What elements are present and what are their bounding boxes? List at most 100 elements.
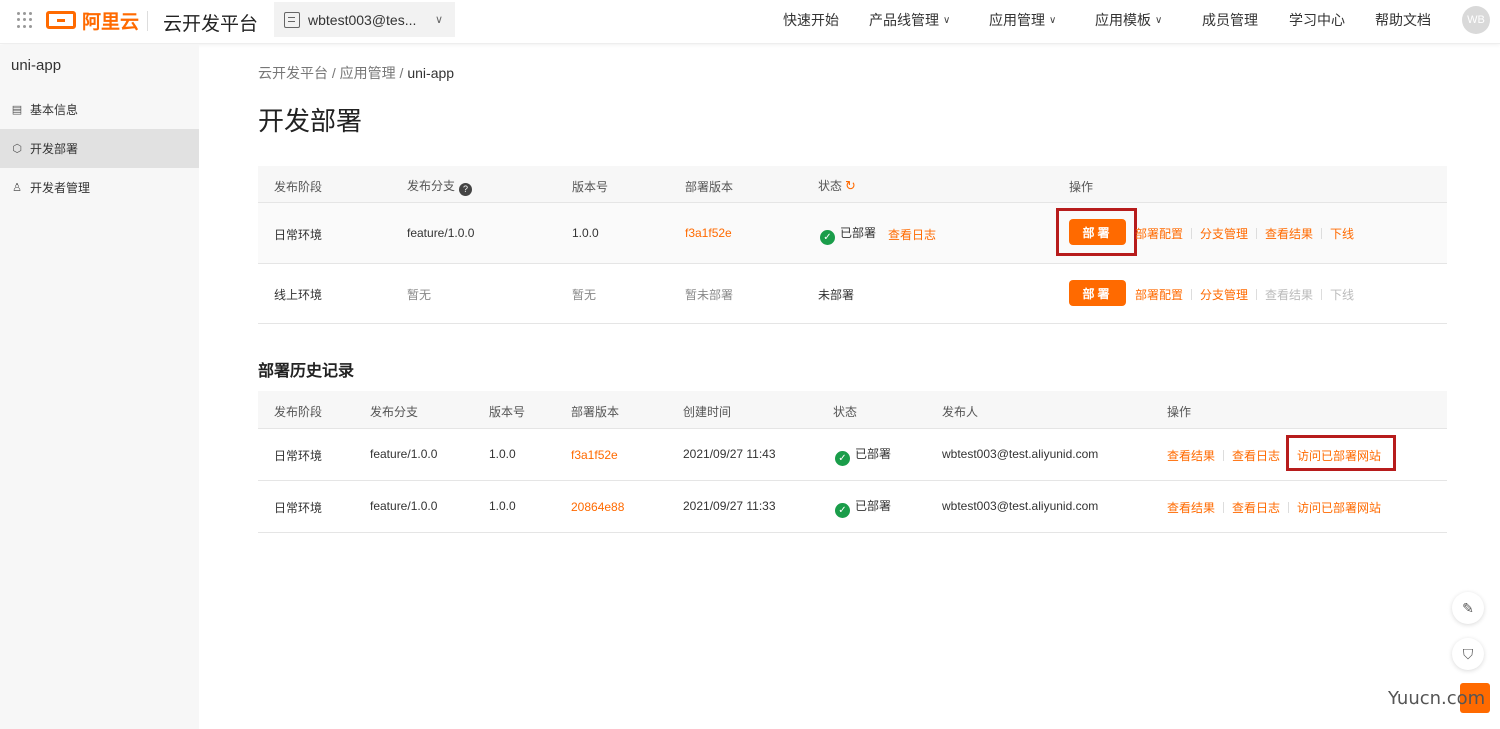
divider [1288, 502, 1290, 513]
row-publisher: wbtest003@test.aliyunid.com [942, 447, 1099, 461]
header-branch-label: 发布分支 [407, 179, 456, 193]
chevron-down-icon: ∨ [1155, 14, 1163, 26]
nav-label: 帮助文档 [1375, 12, 1431, 28]
help-icon[interactable]: ? [459, 183, 473, 196]
nav-member-management[interactable]: 成员管理 [1202, 0, 1258, 40]
row-stage: 线上环境 [274, 288, 323, 302]
watermark: Yuucn.com [1388, 688, 1486, 709]
view-log-link[interactable]: 查看日志 [1232, 447, 1280, 464]
check-circle-icon: ✓ [835, 451, 850, 466]
nav-help-docs[interactable]: 帮助文档 [1375, 0, 1431, 40]
nav-app-templates[interactable]: 应用模板 ∨ [1095, 0, 1162, 40]
row-branch: feature/1.0.0 [370, 447, 438, 461]
breadcrumb-app-management[interactable]: 应用管理 [340, 65, 396, 81]
nav-label: 成员管理 [1202, 12, 1258, 28]
status-text: 已部署 [855, 447, 892, 461]
highlight-box [1056, 208, 1137, 256]
row-status: ✓ 已部署 [835, 497, 891, 518]
row-branch: feature/1.0.0 [370, 499, 438, 513]
row-deploy-version-link[interactable]: f3a1f52e [571, 448, 618, 462]
logo-divider [147, 11, 148, 31]
row-status: ✓ 已部署 [835, 445, 891, 466]
row-branch: 暂无 [407, 288, 432, 302]
feedback-edit-button[interactable]: ✎ [1452, 592, 1484, 624]
row-stage: 日常环境 [274, 449, 323, 463]
sidebar-app-name: uni-app [11, 57, 62, 74]
row-version: 暂无 [572, 288, 597, 302]
breadcrumb-separator: / [328, 65, 340, 81]
cube-icon: ⬡ [12, 143, 22, 155]
nav-quick-start[interactable]: 快速开始 [783, 0, 839, 40]
check-circle-icon: ✓ [820, 230, 835, 245]
nav-app-management[interactable]: 应用管理 ∨ [989, 0, 1056, 40]
nav-label: 学习中心 [1289, 12, 1345, 28]
divider [1223, 502, 1225, 513]
branch-management-link[interactable]: 分支管理 [1200, 286, 1248, 303]
history-table: 发布阶段 发布分支 版本号 部署版本 创建时间 状态 发布人 操作 日常环境 f… [258, 391, 1447, 533]
offline-link[interactable]: 下线 [1330, 225, 1354, 242]
breadcrumb-root[interactable]: 云开发平台 [258, 65, 328, 81]
account-name: wbtest003@tes... [308, 11, 417, 28]
app-grid-icon[interactable] [17, 12, 33, 28]
header-status-label: 状态 [818, 179, 843, 193]
row-publisher: wbtest003@test.aliyunid.com [942, 499, 1099, 513]
header-version: 版本号 [572, 180, 609, 194]
view-result-link[interactable]: 查看结果 [1167, 447, 1215, 464]
view-result-link[interactable]: 查看结果 [1167, 499, 1215, 516]
chevron-down-icon: ∨ [1049, 14, 1057, 26]
top-bar: 阿里云 云开发平台 wbtest003@tes... ∨ 快速开始 产品线管理 ∨… [0, 0, 1500, 44]
sidebar-item-label: 基本信息 [30, 103, 79, 117]
row-version: 1.0.0 [489, 447, 516, 461]
row-actions: 部署配置 分支管理 查看结果 下线 [1135, 225, 1354, 242]
logo-text: 阿里云 [82, 11, 140, 33]
aliyun-logo-mark-icon [46, 11, 76, 29]
header-publisher: 发布人 [942, 405, 979, 419]
document-icon: ▤ [11, 104, 23, 116]
branch-management-link[interactable]: 分支管理 [1200, 225, 1248, 242]
visit-deployed-site-link[interactable]: 访问已部署网站 [1297, 499, 1381, 516]
sidebar-item-basic-info[interactable]: ▤ 基本信息 [0, 90, 199, 129]
view-result-link: 查看结果 [1265, 288, 1314, 302]
row-divider [258, 263, 1447, 264]
view-result-link[interactable]: 查看结果 [1265, 225, 1313, 242]
divider [1321, 289, 1323, 300]
view-log-link[interactable]: 查看日志 [1232, 499, 1280, 516]
row-divider [258, 532, 1447, 533]
breadcrumb-current: uni-app [407, 65, 455, 81]
user-icon: ♙ [12, 182, 22, 194]
header-branch: 发布分支 [370, 405, 419, 419]
header-deploy-version: 部署版本 [571, 405, 620, 419]
account-selector[interactable]: wbtest003@tes... ∨ [274, 2, 455, 37]
platform-title[interactable]: 云开发平台 [163, 9, 258, 36]
breadcrumb-separator: / [395, 65, 408, 81]
chevron-down-icon: ∨ [434, 14, 443, 26]
row-status: 未部署 [818, 288, 855, 302]
row-deploy-version-link[interactable]: f3a1f52e [685, 226, 732, 240]
row-deploy-version-link[interactable]: 20864e88 [571, 500, 624, 514]
page-title: 开发部署 [258, 106, 363, 136]
edit-icon: ✎ [1462, 599, 1474, 616]
avatar[interactable]: WB [1462, 6, 1490, 34]
deploy-config-link[interactable]: 部署配置 [1135, 225, 1183, 242]
deploy-config-link[interactable]: 部署配置 [1135, 286, 1183, 303]
sidebar-item-developers[interactable]: ♙ 开发者管理 [0, 168, 199, 207]
header-stage: 发布阶段 [274, 180, 323, 194]
row-version: 1.0.0 [489, 499, 516, 513]
row-actions: 查看结果 查看日志 访问已部署网站 [1167, 499, 1381, 516]
row-status: ✓ 已部署 [820, 224, 876, 245]
history-title: 部署历史记录 [258, 363, 355, 380]
divider [1223, 450, 1225, 461]
account-icon [284, 11, 300, 28]
refresh-icon[interactable]: ↻ [845, 178, 856, 194]
status-text: 已部署 [855, 499, 892, 513]
nav-learning-center[interactable]: 学习中心 [1289, 0, 1345, 40]
offline-link: 下线 [1330, 288, 1355, 302]
nav-product-line[interactable]: 产品线管理 ∨ [869, 0, 950, 40]
security-button[interactable]: ⛉ [1452, 638, 1484, 670]
divider [1321, 228, 1323, 239]
view-log-link[interactable]: 查看日志 [888, 226, 936, 243]
deploy-button[interactable]: 部署 [1069, 280, 1126, 306]
header-actions: 操作 [1069, 180, 1094, 194]
sidebar-item-dev-deploy[interactable]: ⬡ 开发部署 [0, 129, 199, 168]
aliyun-logo[interactable]: 阿里云 [46, 6, 139, 34]
